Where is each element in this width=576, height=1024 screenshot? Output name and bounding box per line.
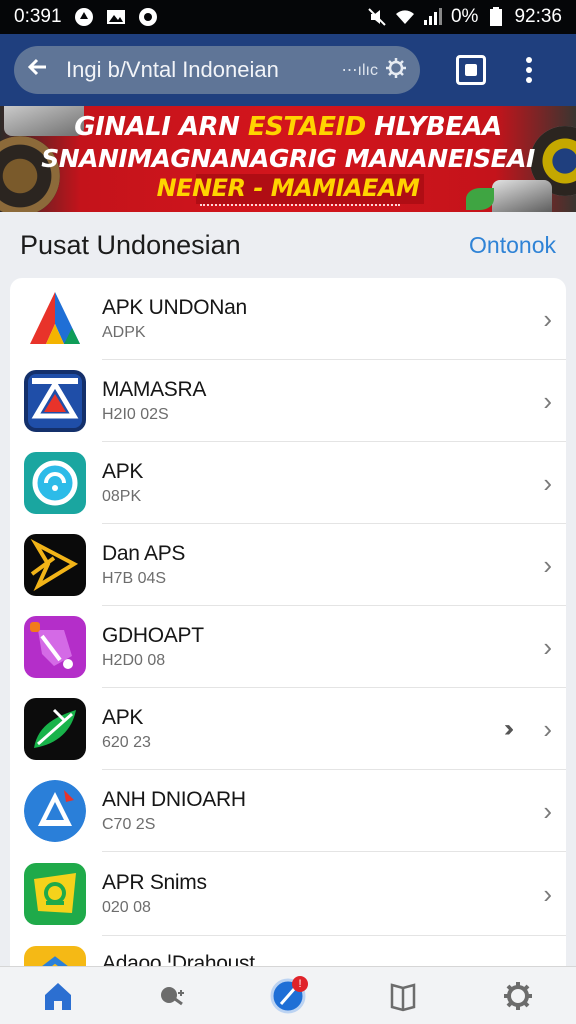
app-subtitle: ADPK <box>102 324 146 341</box>
chevron-right-icon: › <box>543 467 552 498</box>
chevron-right-icon: › <box>543 795 552 826</box>
record-icon <box>138 8 157 26</box>
chevron-right-icon: › <box>543 303 552 334</box>
banner-line-2: SNANIMAGNANAGRIG MANANEISEAI <box>41 144 535 173</box>
app-name: APK <box>102 460 144 483</box>
search-suffix: ⋯ılıc <box>341 62 378 79</box>
promo-banner[interactable]: GINALI ARN ESTAEID HLYBEAA SNANIMAGNANAG… <box>0 106 576 212</box>
gallery-icon <box>106 10 125 24</box>
chevron-right-icon: › <box>543 631 552 662</box>
double-chevron-icon[interactable]: ›› <box>504 715 514 743</box>
notification-badge: ! <box>291 975 308 992</box>
triangle-logo-icon <box>24 288 86 350</box>
banner-line-3: NENER - MAMIAEAM <box>156 174 420 202</box>
app-name: GDHOAPT <box>102 624 204 647</box>
section-action-link[interactable]: Ontonok <box>469 232 556 259</box>
chevron-right-icon: › <box>543 878 552 909</box>
search-query[interactable]: Ingi b/Vntal Indoneian <box>66 57 336 83</box>
list-item[interactable]: MAMASRA H2I0 02S › <box>10 360 566 442</box>
app-name: APK <box>102 706 144 729</box>
app-name: Dan APS <box>102 542 186 565</box>
chevron-right-icon: › <box>543 713 552 744</box>
notification-icon <box>74 8 93 26</box>
kebab-menu-icon[interactable] <box>526 57 532 83</box>
search-people-icon[interactable] <box>149 972 197 1020</box>
battery-icon <box>490 7 503 26</box>
status-clock: 92:36 <box>514 6 562 27</box>
search-bar[interactable]: Ingi b/Vntal Indoneian ⋯ılıc <box>14 46 420 94</box>
app-subtitle: 08PK <box>102 488 142 505</box>
app-list: APK UNDONan ADPK › MAMASRA H2I0 02S › APK 0… <box>10 278 566 978</box>
app-subtitle: 020 08 <box>102 899 151 916</box>
shield-triangle-icon <box>24 370 86 432</box>
list-item[interactable]: APR Snims 020 08 › <box>10 852 566 936</box>
app-name: ANH DNIOARH <box>102 788 246 811</box>
app-name: APK UNDONan <box>102 296 247 319</box>
game-controller-icon <box>24 616 86 678</box>
home-icon[interactable] <box>34 972 82 1020</box>
battery-percent: 0% <box>450 6 479 27</box>
section-title: Pusat Undonesian <box>20 229 241 260</box>
list-item[interactable]: Dan APS H7B 04S › <box>10 524 566 606</box>
app-bar: Ingi b/Vntal Indoneian ⋯ılıc <box>0 34 576 106</box>
arrow-left-icon[interactable] <box>26 55 56 86</box>
banner-line-1: GINALI ARN ESTAEID HLYBEAA <box>74 112 502 142</box>
section-header: Pusat Undonesian Ontonok <box>0 212 576 278</box>
drive-triangle-icon <box>24 780 86 842</box>
app-subtitle: H7B 04S <box>102 570 167 587</box>
chat-refresh-icon <box>24 452 86 514</box>
chevron-right-icon: › <box>543 549 552 580</box>
star-play-icon <box>24 534 86 596</box>
map-face-icon <box>24 863 86 925</box>
bottom-navigation: ! <box>0 966 576 1024</box>
app-subtitle: 620 23 <box>102 734 151 751</box>
app-name: APR Snims <box>102 871 207 894</box>
banner-fineprint <box>200 204 400 208</box>
chevron-right-icon: › <box>543 385 552 416</box>
settings-gear-icon[interactable] <box>494 972 542 1020</box>
list-item[interactable]: GDHOAPT H2D0 08 › <box>10 606 566 688</box>
mute-icon <box>368 8 386 26</box>
compass-icon[interactable]: ! <box>264 972 312 1020</box>
app-subtitle: H2I0 02S <box>102 406 169 423</box>
list-item[interactable]: APK 620 23 ›› › <box>10 688 566 770</box>
wifi-icon <box>395 10 414 24</box>
app-subtitle: H2D0 08 <box>102 652 166 669</box>
book-icon[interactable] <box>379 972 427 1020</box>
signal-icon <box>423 8 442 25</box>
app-name: MAMASRA <box>102 378 207 401</box>
status-bar: 0:391 0% 92:36 <box>0 0 576 34</box>
tab-switcher-icon[interactable] <box>456 55 486 85</box>
list-item[interactable]: APK 08PK › <box>10 442 566 524</box>
app-subtitle: C70 2S <box>102 816 156 833</box>
leaf-icon <box>24 698 86 760</box>
settings-mini-icon[interactable] <box>384 56 408 85</box>
list-item[interactable]: APK UNDONan ADPK › <box>10 278 566 360</box>
list-item[interactable]: ANH DNIOARH C70 2S › <box>10 770 566 852</box>
status-time: 0:391 <box>14 6 62 27</box>
